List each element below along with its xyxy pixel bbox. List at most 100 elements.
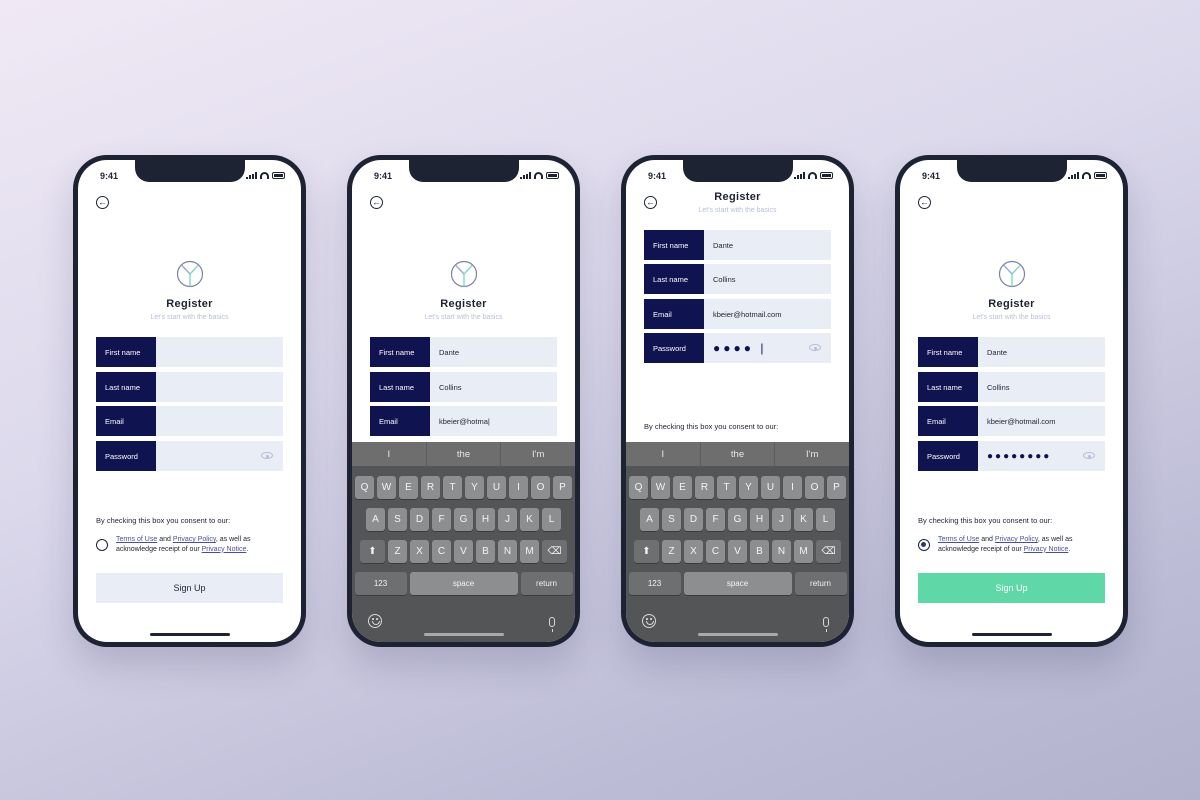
- key[interactable]: U: [761, 476, 780, 499]
- password-field[interactable]: Password: [96, 441, 283, 471]
- key[interactable]: N: [498, 540, 517, 563]
- email-input[interactable]: [156, 406, 283, 436]
- email-field[interactable]: Email kbeier@hotmail.com: [918, 406, 1105, 436]
- key[interactable]: A: [640, 508, 659, 531]
- password-field[interactable]: Password ●●●● |: [644, 333, 831, 363]
- space-key[interactable]: space: [683, 572, 792, 595]
- space-key[interactable]: space: [409, 572, 518, 595]
- key[interactable]: F: [432, 508, 451, 531]
- back-arrow-icon[interactable]: ←: [370, 196, 383, 209]
- eye-icon[interactable]: [1083, 452, 1095, 459]
- first-name-input[interactable]: Dante: [704, 230, 831, 260]
- key[interactable]: B: [476, 540, 495, 563]
- email-field[interactable]: Email kbeier@hotma|: [370, 406, 557, 436]
- key[interactable]: P: [827, 476, 846, 499]
- privacy-notice-link[interactable]: Privacy Notice: [202, 546, 247, 553]
- consent-radio[interactable]: [96, 538, 108, 551]
- email-field[interactable]: Email: [96, 406, 283, 436]
- key[interactable]: E: [673, 476, 692, 499]
- first-name-input[interactable]: Dante: [978, 337, 1105, 367]
- key[interactable]: F: [706, 508, 725, 531]
- emoji-icon[interactable]: [642, 614, 656, 628]
- first-name-field[interactable]: First name Dante: [370, 337, 557, 367]
- last-name-field[interactable]: Last name: [96, 372, 283, 402]
- key[interactable]: S: [388, 508, 407, 531]
- key[interactable]: J: [498, 508, 517, 531]
- first-name-field[interactable]: First name Dante: [644, 230, 831, 260]
- key[interactable]: B: [750, 540, 769, 563]
- key[interactable]: J: [772, 508, 791, 531]
- backspace-key[interactable]: ⌫: [542, 540, 567, 563]
- microphone-icon[interactable]: [823, 617, 829, 632]
- key[interactable]: S: [662, 508, 681, 531]
- email-input[interactable]: kbeier@hotmail.com: [704, 299, 831, 329]
- key[interactable]: W: [377, 476, 396, 499]
- suggestion-1[interactable]: I: [352, 442, 427, 466]
- key[interactable]: R: [695, 476, 714, 499]
- first-name-field[interactable]: First name: [96, 337, 283, 367]
- key[interactable]: G: [728, 508, 747, 531]
- key[interactable]: Y: [739, 476, 758, 499]
- key[interactable]: A: [366, 508, 385, 531]
- terms-of-use-link[interactable]: Terms of Use: [116, 536, 157, 543]
- suggestion-3[interactable]: I'm: [501, 442, 575, 466]
- key[interactable]: X: [684, 540, 703, 563]
- last-name-input[interactable]: [156, 372, 283, 402]
- key[interactable]: Z: [388, 540, 407, 563]
- key[interactable]: O: [531, 476, 550, 499]
- key[interactable]: K: [794, 508, 813, 531]
- first-name-input[interactable]: Dante: [430, 337, 557, 367]
- last-name-input[interactable]: Collins: [704, 264, 831, 294]
- key[interactable]: Q: [629, 476, 648, 499]
- eye-icon[interactable]: [809, 344, 821, 351]
- key[interactable]: M: [794, 540, 813, 563]
- return-key[interactable]: return: [794, 572, 847, 595]
- key[interactable]: D: [684, 508, 703, 531]
- password-input[interactable]: [156, 441, 283, 471]
- email-field[interactable]: Email kbeier@hotmail.com: [644, 299, 831, 329]
- key[interactable]: O: [805, 476, 824, 499]
- password-input[interactable]: ●●●● |: [704, 333, 831, 363]
- numbers-key[interactable]: 123: [628, 572, 681, 595]
- key[interactable]: T: [717, 476, 736, 499]
- key[interactable]: Z: [662, 540, 681, 563]
- privacy-policy-link[interactable]: Privacy Policy: [995, 536, 1038, 543]
- key[interactable]: C: [432, 540, 451, 563]
- sign-up-button[interactable]: Sign Up: [918, 573, 1105, 603]
- shift-key[interactable]: ⬆: [634, 540, 659, 563]
- password-input[interactable]: ●●●●●●●●: [978, 441, 1105, 471]
- key[interactable]: U: [487, 476, 506, 499]
- last-name-field[interactable]: Last name Collins: [370, 372, 557, 402]
- key[interactable]: L: [542, 508, 561, 531]
- key[interactable]: K: [520, 508, 539, 531]
- key[interactable]: H: [750, 508, 769, 531]
- privacy-notice-link[interactable]: Privacy Notice: [1024, 546, 1069, 553]
- key[interactable]: D: [410, 508, 429, 531]
- last-name-field[interactable]: Last name Collins: [644, 264, 831, 294]
- key[interactable]: Q: [355, 476, 374, 499]
- emoji-icon[interactable]: [368, 614, 382, 628]
- shift-key[interactable]: ⬆: [360, 540, 385, 563]
- last-name-input[interactable]: Collins: [430, 372, 557, 402]
- suggestion-2[interactable]: the: [701, 442, 776, 466]
- last-name-input[interactable]: Collins: [978, 372, 1105, 402]
- return-key[interactable]: return: [520, 572, 573, 595]
- key[interactable]: L: [816, 508, 835, 531]
- suggestion-1[interactable]: I: [626, 442, 701, 466]
- first-name-field[interactable]: First name Dante: [918, 337, 1105, 367]
- suggestion-3[interactable]: I'm: [775, 442, 849, 466]
- key[interactable]: P: [553, 476, 572, 499]
- key[interactable]: T: [443, 476, 462, 499]
- key[interactable]: M: [520, 540, 539, 563]
- suggestion-2[interactable]: the: [427, 442, 502, 466]
- back-arrow-icon[interactable]: ←: [918, 196, 931, 209]
- eye-icon[interactable]: [261, 452, 273, 459]
- first-name-input[interactable]: [156, 337, 283, 367]
- key[interactable]: W: [651, 476, 670, 499]
- key[interactable]: X: [410, 540, 429, 563]
- terms-of-use-link[interactable]: Terms of Use: [938, 536, 979, 543]
- back-arrow-icon[interactable]: ←: [96, 196, 109, 209]
- key[interactable]: G: [454, 508, 473, 531]
- key[interactable]: H: [476, 508, 495, 531]
- last-name-field[interactable]: Last name Collins: [918, 372, 1105, 402]
